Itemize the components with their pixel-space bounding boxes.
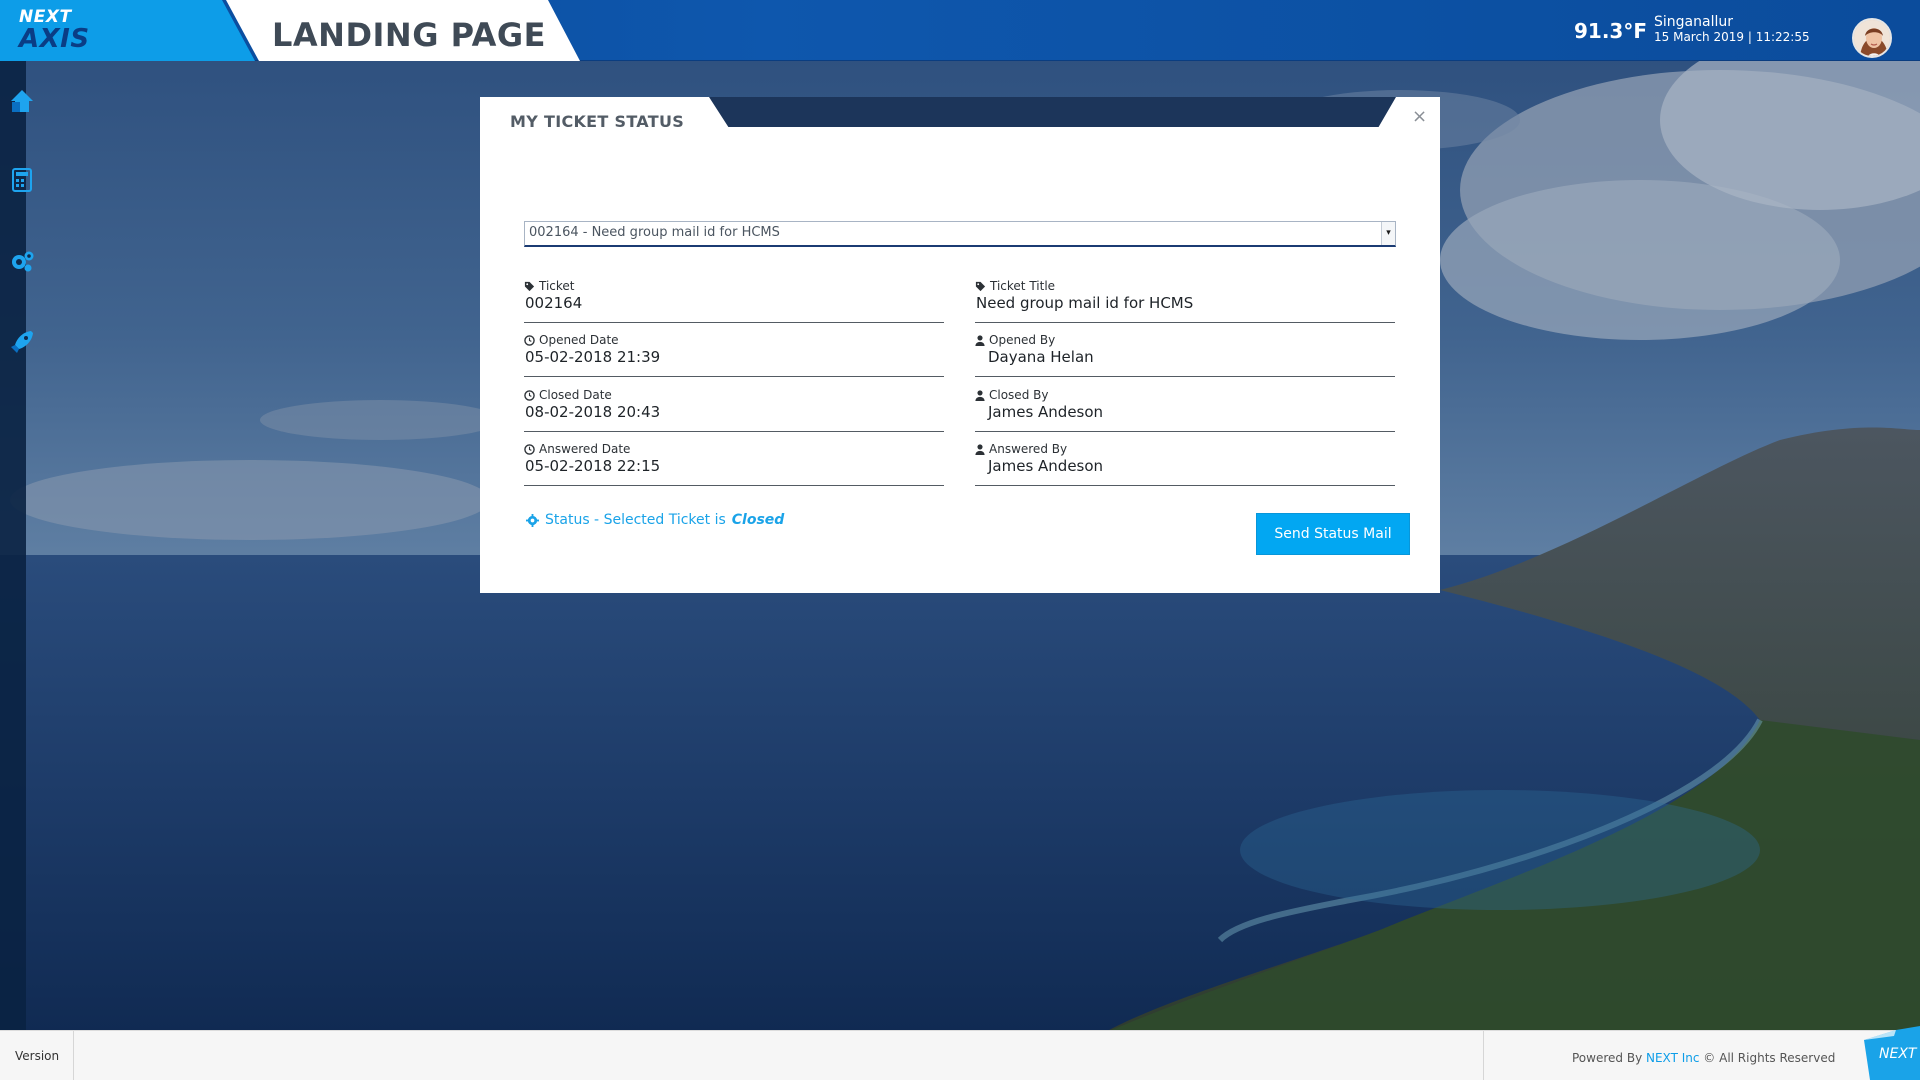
clock-icon [524, 389, 535, 401]
opened-date-value: 05-02-2018 21:39 [525, 348, 661, 366]
ticket-value: 002164 [525, 294, 583, 312]
chevron-down-icon[interactable]: ▾ [1381, 222, 1395, 245]
closed-by-label: Closed By [975, 388, 1048, 402]
closed-by-value: James Andeson [988, 403, 1104, 421]
footer: Version Powered By NEXT Inc © All Rights… [0, 1030, 1920, 1080]
footer-divider [1483, 1031, 1484, 1080]
answered-date-value: 05-02-2018 22:15 [525, 457, 661, 475]
opened-by-label-text: Opened By [989, 333, 1056, 347]
gear-icon [526, 513, 539, 527]
answered-date-label: Answered Date [524, 442, 630, 456]
clock-icon [524, 443, 535, 455]
user-icon [975, 389, 985, 401]
answered-by-field: Answered By James Andeson [975, 442, 1395, 486]
closed-by-label-text: Closed By [989, 388, 1049, 402]
opened-date-label-text: Opened Date [539, 333, 619, 347]
closed-date-label: Closed Date [524, 388, 612, 402]
ticket-select[interactable]: 002164 - Need group mail id for HCMS ▾ [524, 221, 1396, 247]
closed-date-field: Closed Date 08-02-2018 20:43 [524, 388, 944, 432]
footer-divider [73, 1031, 74, 1080]
avatar[interactable] [1852, 18, 1892, 58]
rocket-icon [11, 331, 33, 353]
version-label: Version [15, 1049, 60, 1063]
send-status-mail-button[interactable]: Send Status Mail [1256, 513, 1410, 555]
weather-temperature: 91.3°F [1574, 19, 1648, 43]
page-title: LANDING PAGE [272, 16, 546, 54]
clock-icon [524, 334, 535, 346]
opened-date-label: Opened Date [524, 333, 619, 347]
footer-corner-logo-text: NEXT [1879, 1046, 1917, 1062]
powered-suffix: © All Rights Reserved [1703, 1051, 1836, 1065]
closed-date-value: 08-02-2018 20:43 [525, 403, 661, 421]
sidebar-item-calculator[interactable] [9, 167, 35, 193]
ticket-label: Ticket [524, 279, 575, 293]
powered-by-text: Powered By NEXT Inc © All Rights Reserve… [1572, 1051, 1835, 1065]
close-button[interactable]: × [1412, 108, 1427, 126]
ticket-title-value: Need group mail id for HCMS [976, 294, 1194, 312]
weather-datetime: 15 March 2019 | 11:22:55 [1654, 30, 1810, 44]
tag-icon [975, 281, 986, 291]
sidebar-item-rocket[interactable] [9, 329, 35, 355]
ticket-title-label: Ticket Title [975, 279, 1055, 293]
dialog-title: MY TICKET STATUS [510, 112, 685, 131]
ticket-status-dialog: MY TICKET STATUS × 002164 - Need group m… [480, 97, 1440, 593]
sidebar-item-home[interactable] [9, 88, 35, 114]
top-header: NEXT AXIS LANDING PAGE 91.3°F Singanallu… [0, 0, 1920, 61]
user-icon [975, 443, 985, 455]
closed-date-label-text: Closed Date [539, 388, 612, 402]
opened-by-label: Opened By [975, 333, 1055, 347]
ticket-select-value: 002164 - Need group mail id for HCMS [529, 225, 780, 240]
status-badge: Closed [731, 512, 785, 528]
ticket-field: Ticket 002164 [524, 279, 944, 323]
answered-by-label: Answered By [975, 442, 1067, 456]
weather-location: Singanallur [1654, 14, 1733, 30]
user-avatar-icon [1854, 20, 1890, 56]
answered-by-value: James Andeson [988, 457, 1104, 475]
tag-icon [524, 281, 535, 291]
user-icon [975, 334, 985, 346]
powered-brand-link[interactable]: NEXT Inc [1646, 1051, 1699, 1065]
opened-by-field: Opened By Dayana Helan [975, 333, 1395, 377]
status-prefix: Status - Selected Ticket is [545, 512, 726, 528]
home-icon [11, 90, 33, 112]
answered-by-label-text: Answered By [989, 442, 1068, 456]
powered-prefix: Powered By [1572, 1051, 1643, 1065]
logo-axis-text: AXIS [19, 24, 90, 54]
status-message: Status - Selected Ticket is Closed [526, 512, 784, 528]
sidebar-item-settings[interactable] [9, 248, 35, 274]
ticket-title-label-text: Ticket Title [990, 279, 1056, 293]
ticket-label-text: Ticket [539, 279, 575, 293]
calculator-icon [12, 168, 32, 192]
ticket-title-field: Ticket Title Need group mail id for HCMS [975, 279, 1395, 323]
answered-date-label-text: Answered Date [539, 442, 631, 456]
gears-icon [12, 251, 34, 272]
opened-by-value: Dayana Helan [988, 348, 1094, 366]
closed-by-field: Closed By James Andeson [975, 388, 1395, 432]
left-sidebar [0, 61, 34, 1030]
answered-date-field: Answered Date 05-02-2018 22:15 [524, 442, 944, 486]
opened-date-field: Opened Date 05-02-2018 21:39 [524, 333, 944, 377]
